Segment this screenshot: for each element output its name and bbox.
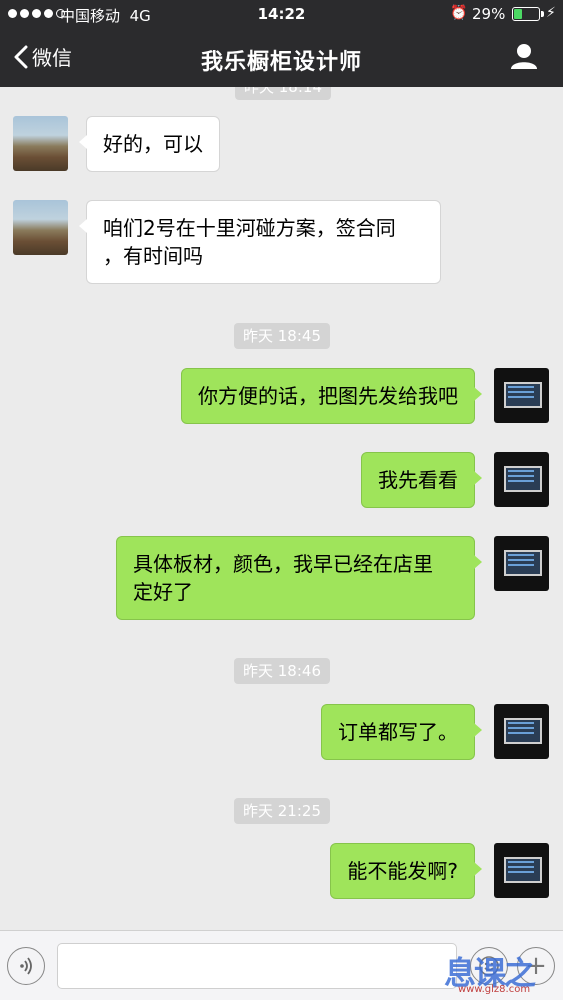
- message-text: 订单都写了。: [338, 720, 458, 744]
- contact-avatar[interactable]: [13, 116, 68, 171]
- my-avatar[interactable]: [494, 536, 549, 591]
- message-text: 我先看看: [378, 468, 458, 492]
- person-icon: [511, 44, 537, 69]
- message-text: 你方便的话，把图先发给我吧: [198, 384, 458, 408]
- watermark-url: www.glz8.com: [458, 984, 531, 995]
- alarm-icon: ⏰: [450, 5, 468, 21]
- site-watermark: 息课之家 www.glz8.com: [438, 940, 563, 1000]
- message-text: 具体板材，颜色，我早已经在店里: [133, 552, 433, 576]
- message-text: 好的，可以: [103, 132, 203, 156]
- message-text: 咱们2号在十里河碰方案，签合同: [103, 216, 396, 240]
- chat-area[interactable]: 昨天 18:14 好的，可以 咱们2号在十里河碰方案，签合同 ，有时间吗 昨天 …: [0, 87, 563, 930]
- sent-message[interactable]: 你方便的话，把图先发给我吧: [181, 368, 482, 424]
- received-message[interactable]: 咱们2号在十里河碰方案，签合同 ，有时间吗: [79, 200, 441, 284]
- sent-message[interactable]: 订单都写了。: [321, 704, 482, 760]
- status-bar: 中国移动 4G 14:22 ⏰ 29% ⚡: [0, 0, 563, 28]
- message-text: 能不能发啊?: [347, 859, 458, 883]
- battery-icon: [512, 7, 544, 21]
- my-avatar[interactable]: [494, 368, 549, 423]
- my-avatar[interactable]: [494, 452, 549, 507]
- voice-button[interactable]: [7, 947, 45, 985]
- chat-title: 我乐橱柜设计师: [200, 50, 362, 75]
- profile-button[interactable]: [510, 42, 538, 74]
- contact-avatar[interactable]: [13, 200, 68, 255]
- battery-percent: 29%: [472, 5, 506, 23]
- sent-message[interactable]: 具体板材，颜色，我早已经在店里 定好了: [116, 536, 482, 620]
- timestamp: 昨天 21:25: [234, 798, 330, 824]
- charging-icon: ⚡: [546, 5, 556, 21]
- voice-wave-icon: [20, 957, 32, 975]
- message-text: ，有时间吗: [103, 244, 203, 268]
- message-input[interactable]: [57, 943, 457, 989]
- received-message[interactable]: 好的，可以: [79, 116, 220, 172]
- my-avatar[interactable]: [494, 843, 549, 898]
- message-text: 定好了: [133, 580, 193, 604]
- nav-bar: 微信 我乐橱柜设计师: [0, 28, 563, 87]
- sent-message[interactable]: 我先看看: [361, 452, 482, 508]
- my-avatar[interactable]: [494, 704, 549, 759]
- timestamp: 昨天 18:14: [235, 87, 331, 100]
- timestamp: 昨天 18:45: [234, 323, 330, 349]
- timestamp: 昨天 18:46: [234, 658, 330, 684]
- top-bar: 中国移动 4G 14:22 ⏰ 29% ⚡ 微信 我乐橱柜设计师: [0, 0, 563, 87]
- sent-message[interactable]: 能不能发啊?: [330, 843, 482, 899]
